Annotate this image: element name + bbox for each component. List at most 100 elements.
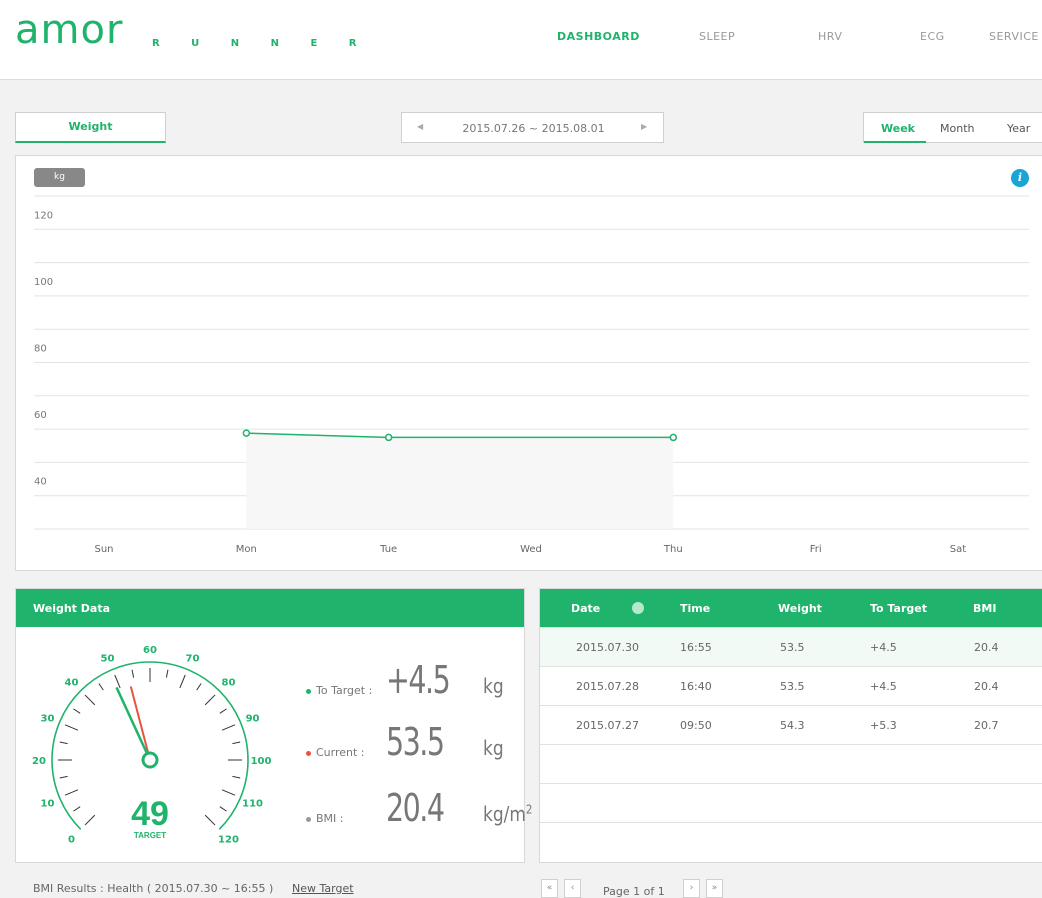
bmi-dot bbox=[306, 816, 311, 822]
gauge-tick bbox=[84, 694, 96, 706]
info-icon[interactable]: i bbox=[1011, 169, 1029, 187]
header: amor R U N N E R DASHBOARD SLEEP HRV ECG… bbox=[0, 0, 1042, 80]
gauge-label: 100 bbox=[251, 756, 272, 767]
target-gauge: 0 10 20 30 40 50 60 70 80 90 100 110 120 49TARGET bbox=[32, 645, 272, 845]
current-label: Current : bbox=[306, 746, 365, 759]
to-target-value: +4.5 bbox=[386, 658, 451, 702]
col-weight: Weight bbox=[778, 602, 822, 615]
cell-time: 09:50 bbox=[680, 719, 712, 732]
prev-page-button[interactable]: ‹ bbox=[564, 879, 581, 898]
table-row[interactable]: 2015.07.27 09:50 54.3 +5.3 20.7 bbox=[540, 705, 1042, 744]
first-page-button[interactable]: « bbox=[541, 879, 558, 898]
gauge-tick bbox=[221, 789, 236, 796]
gauge-tick bbox=[114, 674, 121, 689]
current-value: 53.5 bbox=[386, 720, 445, 764]
new-target-link[interactable]: New Target bbox=[292, 882, 354, 895]
bmi-label: BMI : bbox=[306, 812, 343, 825]
col-time: Time bbox=[680, 602, 711, 615]
gauge-tick bbox=[165, 669, 169, 678]
table-row[interactable]: 2015.07.30 16:55 53.5 +4.5 20.4 bbox=[540, 627, 1042, 666]
cell-weight: 53.5 bbox=[780, 680, 805, 693]
target-value: 49 bbox=[131, 795, 169, 833]
cell-date: 2015.07.30 bbox=[576, 641, 639, 654]
brand-sub: R U N N E R bbox=[152, 38, 371, 49]
table-row[interactable]: 2015.07.28 16:40 53.5 +4.5 20.4 bbox=[540, 666, 1042, 705]
current-label-text: Current : bbox=[316, 746, 365, 759]
weight-chart-panel bbox=[15, 155, 1042, 571]
period-selected-indicator bbox=[864, 141, 926, 143]
gauge-label: 0 bbox=[68, 834, 75, 845]
nav-ecg[interactable]: ECG bbox=[920, 30, 945, 43]
col-date[interactable]: Date bbox=[571, 602, 600, 615]
period-month[interactable]: Month bbox=[940, 122, 974, 135]
cell-weight: 53.5 bbox=[780, 641, 805, 654]
cell-time: 16:40 bbox=[680, 680, 712, 693]
nav-hrv[interactable]: HRV bbox=[818, 30, 842, 43]
weight-table-panel: Date Time Weight To Target BMI 2015.07.3… bbox=[539, 588, 1042, 863]
cell-date: 2015.07.28 bbox=[576, 680, 639, 693]
weight-data-title: Weight Data bbox=[33, 602, 110, 615]
gauge-label: 80 bbox=[222, 678, 236, 689]
next-week-icon[interactable]: ▶ bbox=[641, 122, 647, 131]
cell-to-target: +5.3 bbox=[870, 719, 897, 732]
nav-dashboard[interactable]: DASHBOARD bbox=[557, 30, 640, 43]
bmi-result-text: BMI Results : Health ( 2015.07.30 ~ 16:5… bbox=[33, 882, 274, 895]
gauge-tick bbox=[219, 708, 227, 714]
sort-icon[interactable] bbox=[632, 602, 644, 614]
cell-bmi: 20.4 bbox=[974, 641, 999, 654]
current-unit: kg bbox=[483, 736, 504, 760]
page-indicator: Page 1 of 1 bbox=[603, 885, 665, 898]
gauge-tick bbox=[64, 724, 79, 731]
bmi-value: 20.4 bbox=[386, 786, 445, 830]
period-week[interactable]: Week bbox=[881, 122, 915, 135]
gauge-tick bbox=[179, 674, 186, 689]
gauge-tick bbox=[196, 683, 202, 691]
gauge-label: 10 bbox=[40, 798, 54, 809]
cell-to-target: +4.5 bbox=[870, 680, 897, 693]
nav-sleep[interactable]: SLEEP bbox=[699, 30, 735, 43]
gauge-tick bbox=[219, 806, 227, 812]
target-caption: TARGET bbox=[134, 831, 166, 840]
gauge-tick bbox=[221, 724, 236, 731]
cell-to-target: +4.5 bbox=[870, 641, 897, 654]
cell-date: 2015.07.27 bbox=[576, 719, 639, 732]
table-row-empty bbox=[540, 783, 1042, 822]
to-target-label-text: To Target : bbox=[316, 684, 373, 697]
period-year[interactable]: Year bbox=[1007, 122, 1030, 135]
gauge-tick bbox=[131, 669, 135, 678]
gauge-label: 30 bbox=[40, 714, 54, 725]
bmi-unit-sup: 2 bbox=[525, 802, 533, 817]
to-target-dot bbox=[306, 688, 311, 694]
date-range: 2015.07.26 ~ 2015.08.01 bbox=[462, 122, 605, 135]
gauge-tick bbox=[84, 814, 96, 826]
to-target-unit: kg bbox=[483, 674, 504, 698]
gauge-tick bbox=[98, 683, 104, 691]
bmi-unit-text: kg/m bbox=[483, 802, 526, 826]
cell-bmi: 20.4 bbox=[974, 680, 999, 693]
prev-week-icon[interactable]: ◀ bbox=[417, 122, 423, 131]
next-page-button[interactable]: › bbox=[683, 879, 700, 898]
table-row-empty bbox=[540, 744, 1042, 783]
gauge-hub bbox=[141, 751, 159, 769]
date-navigator: 2015.07.26 ~ 2015.08.01 ◀ ▶ bbox=[401, 112, 664, 143]
gauge-label: 60 bbox=[143, 645, 157, 656]
gauge-label: 90 bbox=[246, 714, 260, 725]
gauge-tick bbox=[64, 789, 79, 796]
gauge-label: 50 bbox=[101, 653, 115, 664]
gauge-label: 120 bbox=[218, 834, 239, 845]
gauge-tick bbox=[73, 708, 81, 714]
table-row-empty bbox=[540, 822, 1042, 823]
col-to-target: To Target bbox=[870, 602, 927, 615]
weight-data-header: Weight Data bbox=[16, 589, 524, 627]
last-page-button[interactable]: » bbox=[706, 879, 723, 898]
y-unit-badge: kg bbox=[34, 168, 85, 187]
col-bmi: BMI bbox=[973, 602, 997, 615]
period-selector: Week Month Year bbox=[863, 112, 1042, 143]
current-dot bbox=[306, 750, 311, 756]
gauge-label: 110 bbox=[242, 798, 263, 809]
nav-service[interactable]: SERVICE bbox=[989, 30, 1039, 43]
weight-tab[interactable]: Weight bbox=[15, 112, 166, 143]
bmi-label-text: BMI : bbox=[316, 812, 344, 825]
brand-logo[interactable]: amor bbox=[15, 8, 123, 52]
gauge-label: 40 bbox=[65, 678, 79, 689]
